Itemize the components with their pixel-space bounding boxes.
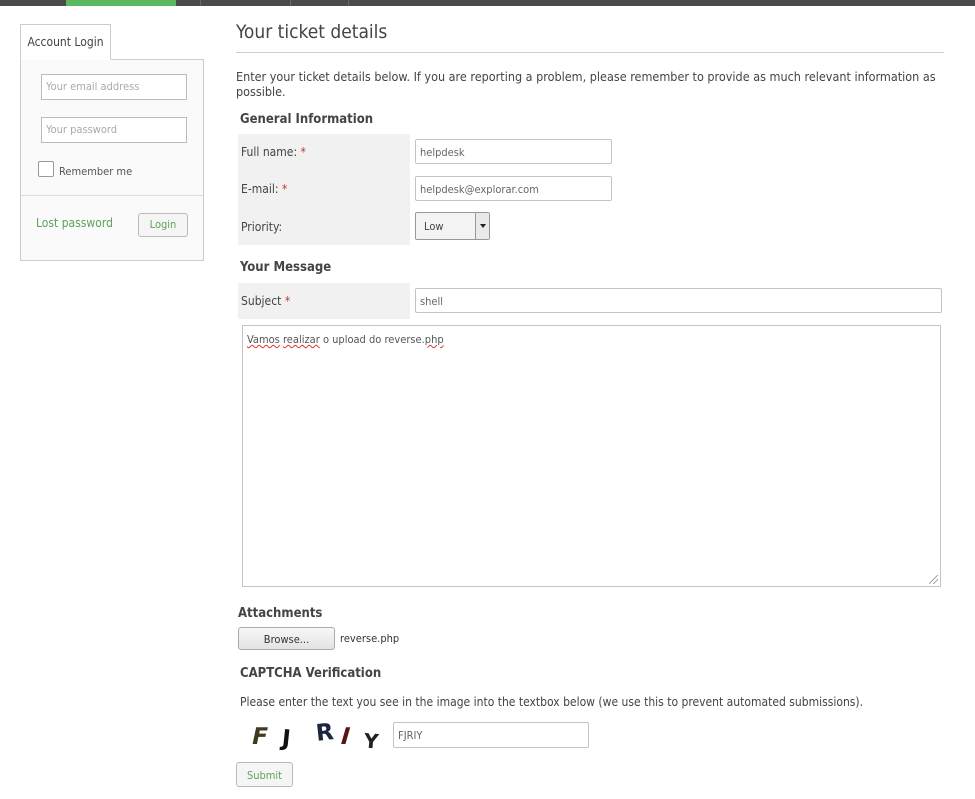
message-textarea[interactable]: Vamos realizar o upload do reverse.php: [242, 325, 941, 587]
nav-divider: [200, 0, 201, 6]
page-title: Your ticket details: [236, 21, 388, 43]
fullname-field[interactable]: helpdesk: [415, 139, 612, 164]
message-text: Vamos realizar o upload do reverse.php: [247, 333, 444, 346]
priority-label: Priority:: [241, 220, 283, 234]
account-login-panel: Your email address Your password Remembe…: [20, 59, 204, 261]
lost-password-link[interactable]: Lost password: [36, 216, 113, 230]
required-mark: *: [300, 145, 306, 159]
general-info-heading: General Information: [240, 112, 374, 127]
captcha-char: Y: [362, 728, 380, 754]
captcha-char: F: [249, 724, 271, 750]
nav-divider: [348, 0, 349, 6]
fullname-label-wrap: Full name: *: [241, 145, 306, 159]
top-nav-bar: [0, 0, 975, 6]
email-label-wrap: E-mail: *: [241, 182, 287, 196]
message-word: Vamos: [247, 333, 280, 346]
general-info-labels: Full name: * E-mail: * Priority:: [238, 134, 410, 245]
nav-divider: [290, 0, 291, 6]
message-word: php: [424, 333, 444, 346]
captcha-char: J: [280, 725, 292, 753]
browse-button[interactable]: Browse...: [238, 627, 335, 650]
captcha-char: I: [337, 724, 354, 750]
resize-handle-icon[interactable]: [929, 575, 938, 584]
subject-label-wrap: Subject *: [241, 294, 290, 308]
subject-label-cell: Subject *: [238, 283, 410, 319]
message-word: o upload do reverse.: [319, 333, 425, 346]
account-login-tab[interactable]: Account Login: [20, 24, 111, 60]
subject-label: Subject: [241, 294, 282, 308]
required-mark: *: [281, 182, 288, 196]
email-label: E-mail:: [241, 182, 279, 196]
submit-button[interactable]: Submit: [236, 762, 293, 787]
captcha-char: R: [314, 719, 336, 747]
captcha-help-text: Please enter the text you see in the ima…: [240, 695, 864, 709]
priority-value: Low: [424, 220, 444, 233]
active-nav-indicator: [66, 0, 176, 6]
title-divider: [236, 52, 944, 53]
required-mark: *: [284, 294, 291, 308]
email-input[interactable]: Your email address: [41, 74, 187, 100]
captcha-heading: CAPTCHA Verification: [240, 666, 382, 681]
attachments-heading: Attachments: [238, 606, 323, 621]
chevron-down-icon[interactable]: [475, 213, 489, 239]
login-button[interactable]: Login: [138, 213, 188, 237]
intro-text: Enter your ticket details below. If you …: [236, 69, 936, 99]
captcha-input[interactable]: FJRIY: [393, 722, 589, 748]
your-message-heading: Your Message: [240, 260, 332, 275]
password-input[interactable]: Your password: [41, 117, 187, 143]
subject-field[interactable]: shell: [415, 288, 942, 313]
selected-file-name: reverse.php: [340, 632, 400, 645]
remember-me-label: Remember me: [59, 165, 133, 178]
email-field[interactable]: helpdesk@explorar.com: [415, 176, 612, 201]
remember-me-checkbox[interactable]: [38, 161, 54, 177]
captcha-image: F J R I Y: [246, 719, 386, 754]
divider: [21, 195, 203, 196]
priority-select[interactable]: Low: [415, 212, 490, 240]
message-word: realizar: [282, 333, 320, 346]
fullname-label: Full name:: [241, 145, 298, 159]
